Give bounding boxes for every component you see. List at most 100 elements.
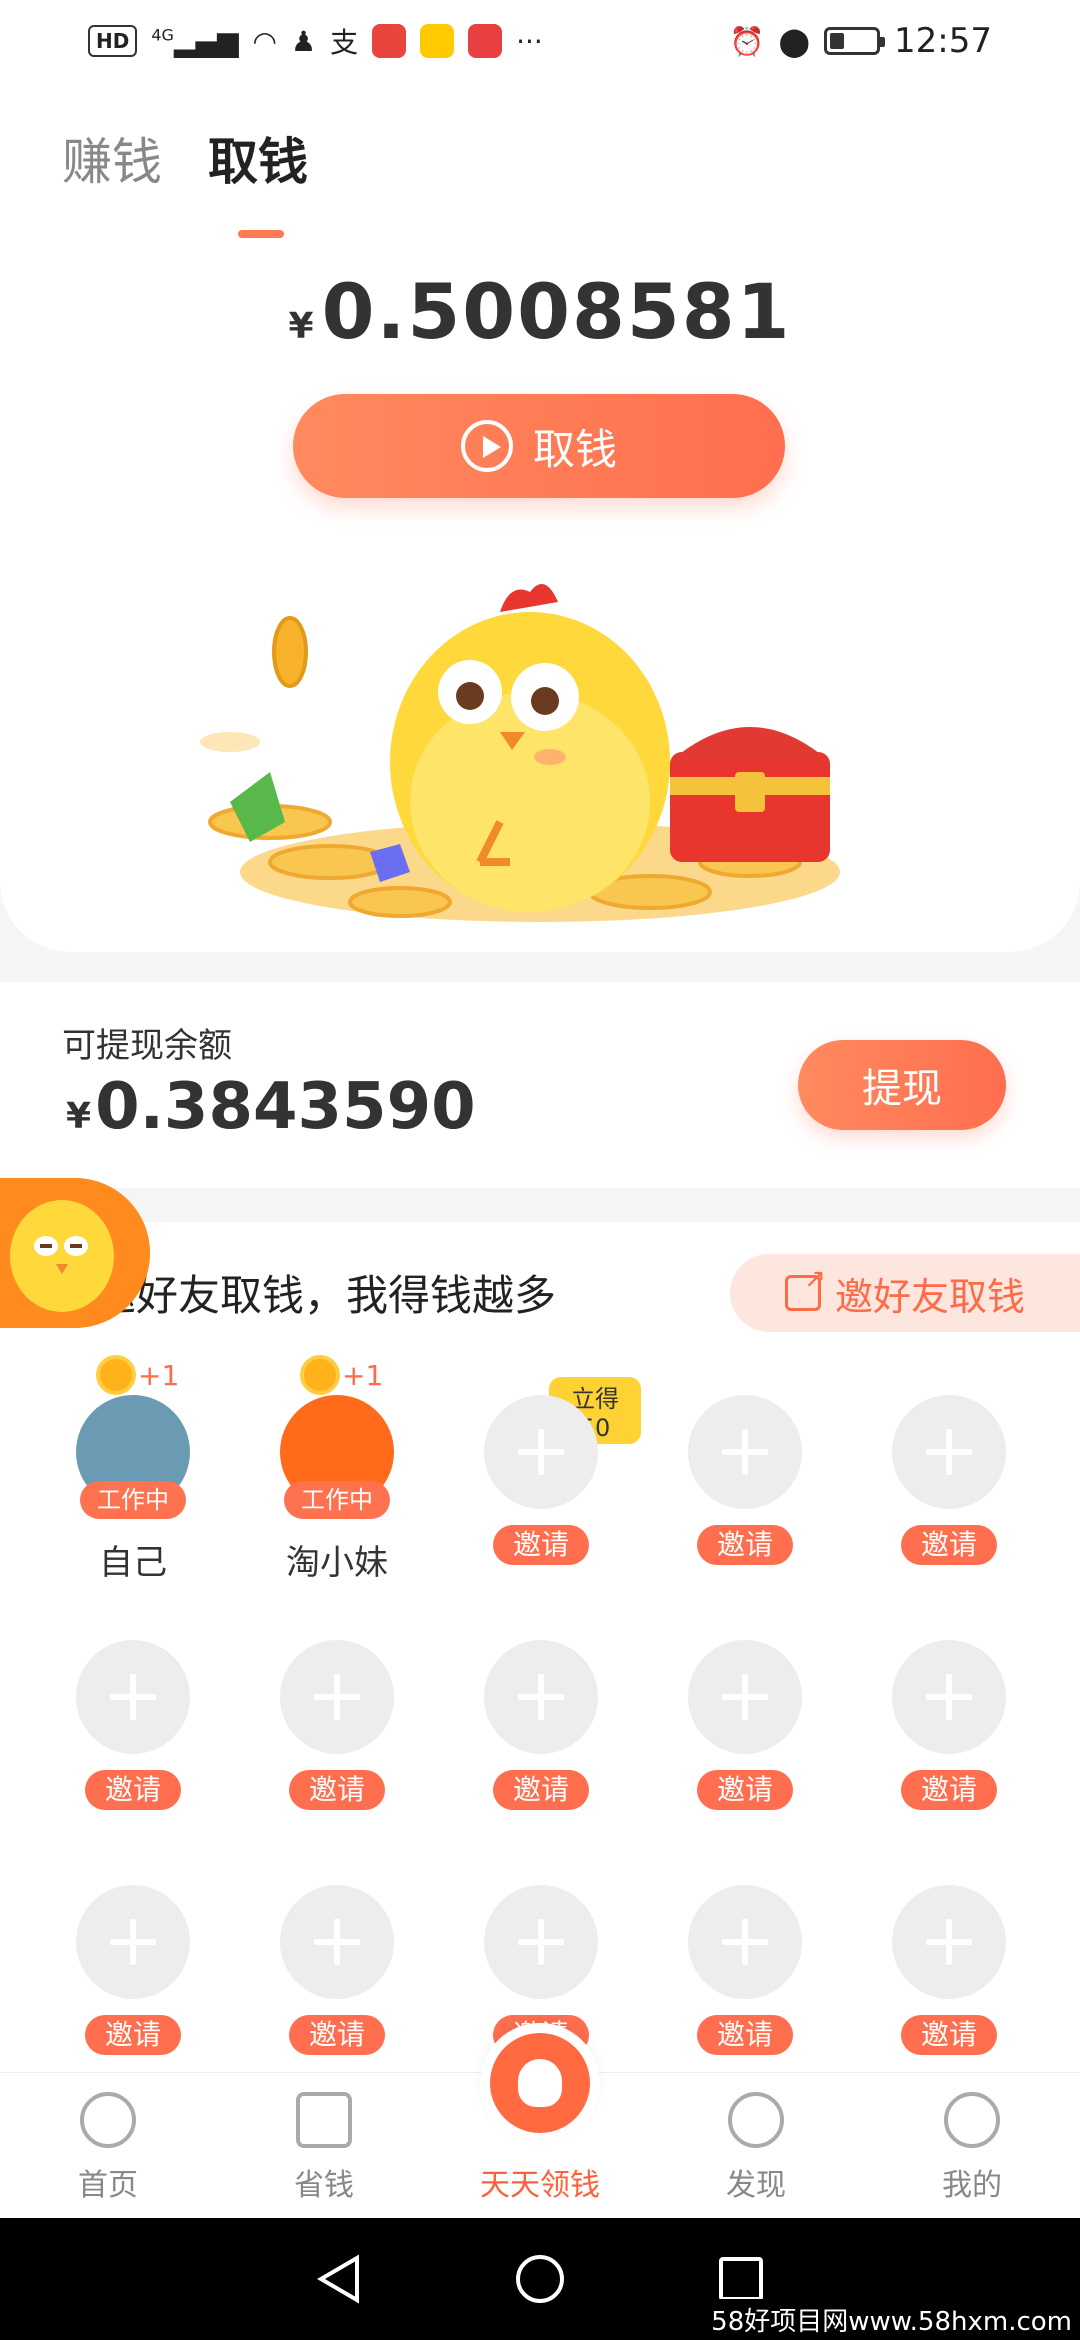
invite-pill-button[interactable]: 邀请 <box>697 2015 793 2055</box>
invite-slot[interactable]: 邀请 <box>645 1640 845 1810</box>
invite-button-label: 邀好友取钱 <box>834 1274 1025 1319</box>
invite-pill-button[interactable]: 邀请 <box>85 1770 181 1810</box>
tab-withdraw[interactable]: 取钱 <box>208 122 308 238</box>
tab-bar: 赚钱 取钱 <box>62 122 308 238</box>
huawei-icon <box>468 24 503 58</box>
floating-chick-button[interactable] <box>0 1178 150 1328</box>
invite-pill-button[interactable]: 邀请 <box>901 1525 997 1565</box>
invite-slot[interactable]: 邀请 <box>33 1885 233 2055</box>
currency-symbol: ¥ <box>66 1096 92 1137</box>
working-badge: 工作中 <box>284 1481 390 1519</box>
nav-daily-money[interactable]: 天天领钱 <box>432 2023 648 2218</box>
invite-slot[interactable]: 邀请 <box>849 1395 1049 1565</box>
battery-icon <box>824 27 886 55</box>
invite-pill-button[interactable]: 邀请 <box>697 1525 793 1565</box>
balance-amount: ¥0.3843590 <box>66 1070 476 1144</box>
play-icon <box>460 420 513 472</box>
back-icon[interactable] <box>317 2254 361 2304</box>
location-icon: ⬤ <box>778 24 811 58</box>
withdraw-card: 赚钱 取钱 ¥0.5008581 取钱 <box>0 82 1080 952</box>
invite-slot[interactable]: 邀请 <box>237 1885 437 2055</box>
tab-earn[interactable]: 赚钱 <box>62 122 162 194</box>
invite-slot[interactable]: 邀请 <box>237 1640 437 1810</box>
qq-icon: ♟ <box>290 24 317 58</box>
nav-label: 首页 <box>78 2168 138 2203</box>
add-icon <box>280 1885 394 1999</box>
home-icon <box>80 2092 136 2148</box>
withdraw-button[interactable]: 提现 <box>798 1040 1006 1130</box>
member-name: 自己 <box>99 1543 167 1583</box>
add-icon <box>484 1885 598 1999</box>
invite-slot[interactable]: 邀请 <box>645 1885 845 2055</box>
hd-indicator: HD <box>88 25 138 57</box>
home-button-icon[interactable] <box>515 2255 564 2303</box>
member-slot-taoxiaomei[interactable]: +1 工作中 淘小妹 <box>237 1355 437 1584</box>
withdraw-cta-button[interactable]: 取钱 <box>293 394 785 498</box>
nav-save[interactable]: 省钱 <box>216 2073 432 2218</box>
signal-icon: 4G▂▄▆ <box>151 24 239 58</box>
alipay-icon: 支 <box>330 26 359 59</box>
balance-card: 可提现余额 ¥0.3843590 提现 <box>0 982 1080 1188</box>
invite-friends-button[interactable]: 邀好友取钱 <box>730 1254 1080 1332</box>
invite-slot[interactable]: 邀请 <box>441 1640 641 1810</box>
compass-icon <box>728 2092 784 2148</box>
invite-pill-button[interactable]: 邀请 <box>289 1770 385 1810</box>
invite-pill-button[interactable]: 邀请 <box>697 1770 793 1810</box>
coin-plus: +1 <box>300 1355 383 1395</box>
balance-amount-value: 0.3843590 <box>95 1070 476 1144</box>
invite-pill-button[interactable]: 邀请 <box>493 1770 589 1810</box>
wifi-icon: ◠ <box>252 24 277 58</box>
member-name: 淘小妹 <box>286 1543 388 1583</box>
share-icon <box>784 1264 826 1311</box>
app-notification-icon <box>420 24 455 58</box>
bottom-nav: 首页 省钱 天天领钱 发现 我的 <box>0 2023 1080 2218</box>
nav-label: 我的 <box>942 2168 1002 2203</box>
add-icon <box>484 1640 598 1754</box>
money-bag-icon <box>480 2023 600 2143</box>
invite-pill-button[interactable]: 邀请 <box>901 1770 997 1810</box>
nav-discover[interactable]: 发现 <box>648 2073 864 2218</box>
invite-slot[interactable]: 邀请 <box>849 1885 1049 2055</box>
add-icon <box>76 1640 190 1754</box>
member-slot-self[interactable]: +1 工作中 自己 <box>33 1355 233 1584</box>
add-icon <box>892 1395 1006 1509</box>
currency-symbol: ¥ <box>288 306 316 347</box>
add-icon <box>892 1885 1006 1999</box>
more-icon: ··· <box>516 24 543 58</box>
nav-profile[interactable]: 我的 <box>864 2073 1080 2218</box>
app-notification-icon <box>372 24 407 58</box>
clock: 12:57 <box>894 21 992 61</box>
avatar: +1 工作中 <box>280 1355 394 1519</box>
invite-slot[interactable]: 邀请 <box>33 1640 233 1810</box>
invite-pill-button[interactable]: 邀请 <box>901 2015 997 2055</box>
invite-title: 邀好友取钱，我得钱越多 <box>94 1271 557 1320</box>
add-icon <box>688 1395 802 1509</box>
status-bar: HD 4G▂▄▆ ◠ ♟ 支 ··· ⏰ ⬤ 12:57 <box>0 0 1080 82</box>
cta-label: 取钱 <box>532 424 617 474</box>
bag-icon <box>296 2092 352 2148</box>
chick-treasure-illustration <box>200 584 840 922</box>
add-icon <box>280 1640 394 1754</box>
nav-home[interactable]: 首页 <box>0 2073 216 2218</box>
invite-pill-button[interactable]: 邀请 <box>493 1525 589 1565</box>
invite-pill-button[interactable]: 邀请 <box>85 2015 181 2055</box>
coin-plus: +1 <box>96 1355 179 1395</box>
invite-slot[interactable]: 邀请 <box>849 1640 1049 1810</box>
invite-pill-button[interactable]: 邀请 <box>289 2015 385 2055</box>
recents-icon[interactable] <box>718 2257 763 2301</box>
profile-icon <box>944 2092 1000 2148</box>
add-icon <box>76 1885 190 1999</box>
status-right: ⏰ ⬤ 12:57 <box>730 21 992 61</box>
invite-slot[interactable]: 立得50 邀请 <box>441 1377 641 1565</box>
balance-label: 可提现余额 <box>62 1026 232 1066</box>
invite-slot[interactable]: 邀请 <box>645 1395 845 1565</box>
nav-label: 省钱 <box>294 2168 354 2203</box>
hero-amount: ¥0.5008581 <box>0 267 1080 356</box>
add-icon <box>484 1395 598 1509</box>
alarm-icon: ⏰ <box>729 24 765 58</box>
hero-amount-value: 0.5008581 <box>321 267 792 356</box>
avatar: +1 工作中 <box>76 1355 190 1519</box>
add-icon <box>688 1640 802 1754</box>
add-icon <box>892 1640 1006 1754</box>
coin-icon <box>300 1355 340 1395</box>
